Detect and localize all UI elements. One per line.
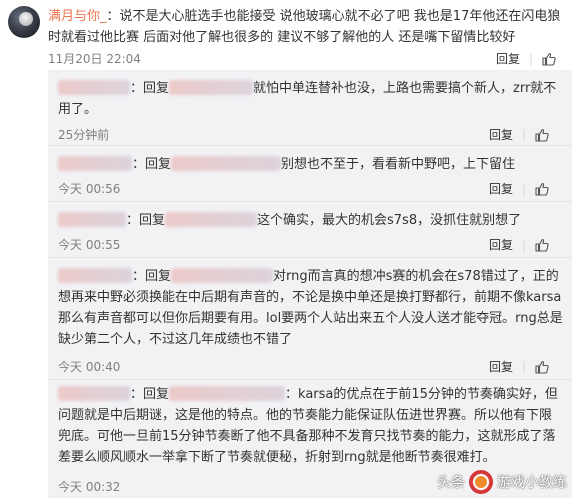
reply-body: 别想也不至于，看看新中野吧，上下留住 <box>281 157 516 172</box>
reply-button[interactable]: 回复 <box>489 126 513 143</box>
reply-button[interactable]: 回复 <box>489 180 513 197</box>
reply-actions: 回复 | <box>489 180 549 197</box>
watermark-right-text: 游戏小教练 <box>497 475 567 491</box>
blurred-username[interactable] <box>58 212 126 227</box>
avatar[interactable] <box>8 6 40 38</box>
thumbs-up-icon[interactable] <box>535 128 549 142</box>
reply-item: ：回复 对rng而言真的想冲s赛的机会在s78错过了，正的想再来中野必须换能在中后… <box>48 258 572 380</box>
reply-item: ：回复 这个确实，最大的机会s7s8，没抓住就别想了 今天 00:55 回复 | <box>48 202 572 258</box>
blurred-username[interactable] <box>58 386 130 401</box>
reply-actions: 回复 | <box>489 126 549 143</box>
watermark: 头条 游戏小教练 <box>437 470 567 494</box>
reply-item: ：回复 别想也不至于，看看新中野吧，上下留住 今天 00:56 回复 | <box>48 146 572 202</box>
divider: | <box>528 51 533 66</box>
divider: | <box>521 181 526 196</box>
reply-prefix: ：回复 <box>126 213 166 228</box>
blurred-reply-target[interactable] <box>169 80 254 95</box>
reply-body: 这个确实，最大的机会s7s8，没抓住就别想了 <box>257 213 522 228</box>
reply-meta: 今天 00:40 回复 | <box>58 358 563 374</box>
reply-item: ：回复 就怕中单连替补也没，上路也需要搞个新人，zrr就不用了。 25分钟前 回复… <box>48 70 572 146</box>
reply-list: ：回复 就怕中单连替补也没，上路也需要搞个新人，zrr就不用了。 25分钟前 回复… <box>48 70 572 498</box>
thumbs-up-icon[interactable] <box>535 182 549 196</box>
reply-button[interactable]: 回复 <box>496 50 520 67</box>
timestamp: 今天 00:40 <box>58 360 121 374</box>
reply-text: ：回复 就怕中单连替补也没，上路也需要搞个新人，zrr就不用了。 <box>58 78 563 120</box>
blurred-username[interactable] <box>58 156 132 171</box>
reply-actions: 回复 | <box>489 236 549 253</box>
reply-actions: 回复 | <box>489 358 549 375</box>
main-comment-meta: 11月20日 22:04 回复 | <box>48 50 568 66</box>
reply-button[interactable]: 回复 <box>489 236 513 253</box>
timestamp: 11月20日 22:04 <box>48 52 141 66</box>
reply-meta: 25分钟前 回复 | <box>58 126 563 142</box>
timestamp: 今天 00:55 <box>58 238 121 252</box>
reply-text: ：回复 ：karsa的优点在于前15分钟的节奏确实好，但问题就是中后期谜，这是他的… <box>58 384 563 468</box>
blurred-username[interactable] <box>58 268 132 283</box>
reply-prefix: ：回复 <box>132 269 172 284</box>
reply-button[interactable]: 回复 <box>489 358 513 375</box>
reply-text: ：回复 别想也不至于，看看新中野吧，上下留住 <box>58 154 563 175</box>
username-separator: ： <box>106 9 120 24</box>
watermark-logo-icon <box>469 470 493 494</box>
thumbs-up-icon[interactable] <box>535 238 549 252</box>
thumbs-up-icon[interactable] <box>535 360 549 374</box>
divider: | <box>521 359 526 374</box>
main-comment: 满月与你_：说不是大心脏选手也能接受 说他玻璃心就不必了吧 我也是17年他还在闪… <box>0 0 577 70</box>
timestamp: 今天 00:32 <box>58 480 121 494</box>
divider: | <box>521 127 526 142</box>
blurred-reply-target[interactable] <box>169 386 286 401</box>
reply-prefix: ：回复 <box>132 157 172 172</box>
reply-prefix: ：回复 <box>130 81 170 96</box>
blurred-reply-target[interactable] <box>171 268 274 283</box>
divider: | <box>521 237 526 252</box>
watermark-left-text: 头条 <box>437 475 465 491</box>
reply-prefix: ：回复 <box>130 387 170 402</box>
thumbs-up-icon[interactable] <box>542 52 556 66</box>
timestamp: 今天 00:56 <box>58 182 121 196</box>
blurred-reply-target[interactable] <box>165 212 258 227</box>
username-link[interactable]: 满月与你_ <box>48 9 107 24</box>
blurred-reply-target[interactable] <box>171 156 282 171</box>
reply-meta: 今天 00:56 回复 | <box>58 180 563 196</box>
main-comment-text: 满月与你_：说不是大心脏选手也能接受 说他玻璃心就不必了吧 我也是17年他还在闪… <box>48 6 568 48</box>
timestamp: 25分钟前 <box>58 128 110 142</box>
comment-actions: 回复 | <box>496 50 556 67</box>
main-comment-body: 说不是大心脏选手也能接受 说他玻璃心就不必了吧 我也是17年他还在闪电狼时就看过… <box>48 9 561 45</box>
moon-icon <box>19 12 33 26</box>
reply-text: ：回复 对rng而言真的想冲s赛的机会在s78错过了，正的想再来中野必须换能在中后… <box>58 266 563 350</box>
blurred-username[interactable] <box>58 80 130 95</box>
reply-text: ：回复 这个确实，最大的机会s7s8，没抓住就别想了 <box>58 210 563 231</box>
reply-meta: 今天 00:55 回复 | <box>58 236 563 252</box>
